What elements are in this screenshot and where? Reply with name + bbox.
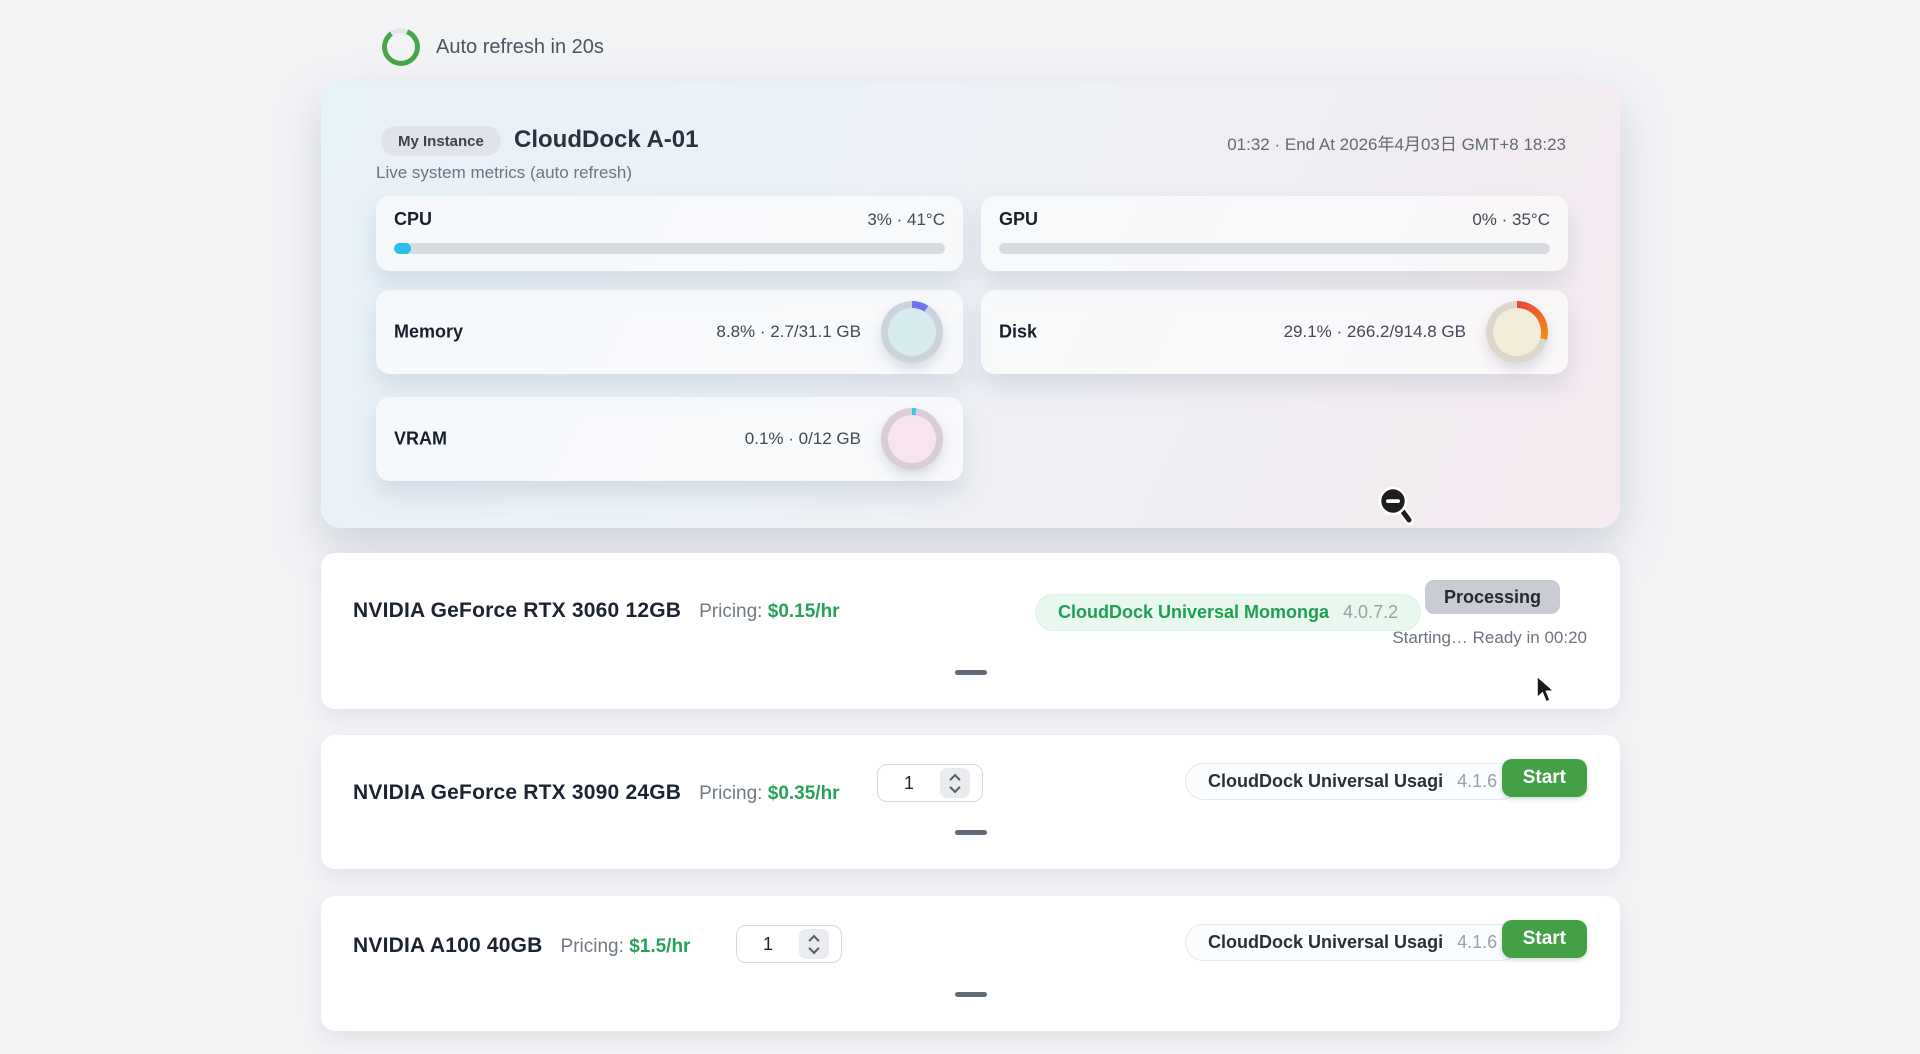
disk-usage-donut [1486, 301, 1548, 363]
pricing-label: Pricing: $1.5/hr [561, 936, 691, 958]
metric-label: CPU [394, 209, 432, 230]
metric-card-disk: Disk 29.1% · 266.2/914.8 GB [981, 290, 1568, 374]
gpu-name: NVIDIA GeForce RTX 3090 24GB [353, 781, 681, 805]
metric-label: Memory [394, 322, 463, 343]
card-expand-handle[interactable] [955, 992, 987, 997]
gpu-offer-card-a100: NVIDIA A100 40GB Pricing: $1.5/hr CloudD… [321, 896, 1620, 1031]
image-version: 4.0.7.2 [1343, 602, 1398, 623]
image-name: CloudDock Universal Usagi [1208, 771, 1443, 792]
metric-card-cpu: CPU 3% · 41°C [376, 196, 963, 271]
refresh-progress-ring-icon [382, 28, 420, 66]
stepper-buttons[interactable] [940, 768, 970, 798]
image-version: 4.1.6 [1457, 932, 1497, 953]
mouse-cursor-icon [1535, 675, 1561, 705]
stepper-down-icon[interactable] [808, 942, 819, 953]
instance-end-time: 01:32 · End At 2026年4月03日 GMT+8 18:23 [1227, 130, 1566, 155]
start-button[interactable]: Start [1502, 759, 1587, 797]
gpu-name: NVIDIA GeForce RTX 3060 12GB [353, 599, 681, 623]
quantity-input[interactable] [737, 926, 799, 962]
cpu-usage-bar [394, 243, 945, 254]
page: Auto refresh in 20s My Instance CloudDoc… [0, 0, 1920, 1054]
metric-label: Disk [999, 322, 1037, 343]
auto-refresh: Auto refresh in 20s [382, 28, 604, 66]
metric-value: 0% · 35°C [1472, 210, 1550, 230]
quantity-input[interactable] [878, 765, 940, 801]
processing-button[interactable]: Processing [1425, 580, 1560, 614]
image-version: 4.1.6 [1457, 771, 1497, 792]
card-expand-handle[interactable] [955, 670, 987, 675]
pricing-label: Pricing: $0.15/hr [699, 601, 839, 623]
metric-card-vram: VRAM 0.1% · 0/12 GB [376, 397, 963, 481]
stepper-buttons[interactable] [799, 929, 829, 959]
gpu-price: $1.5/hr [629, 936, 690, 957]
metric-card-memory: Memory 8.8% · 2.7/31.1 GB [376, 290, 963, 374]
metric-value: 0.1% · 0/12 GB [745, 429, 861, 449]
vram-usage-donut [881, 408, 943, 470]
image-badge: CloudDock Universal Usagi 4.1.6 [1185, 924, 1520, 961]
pricing-label: Pricing: $0.35/hr [699, 783, 839, 805]
starting-status-text: Starting… Ready in 00:20 [1392, 628, 1587, 648]
gpu-usage-bar [999, 243, 1550, 254]
gpu-name: NVIDIA A100 40GB [353, 934, 543, 958]
gpu-price: $0.35/hr [768, 783, 840, 804]
metric-label: VRAM [394, 429, 447, 450]
metric-card-gpu: GPU 0% · 35°C [981, 196, 1568, 271]
auto-refresh-label: Auto refresh in 20s [436, 36, 604, 59]
gpu-offer-card-rtx3060: NVIDIA GeForce RTX 3060 12GB Pricing: $0… [321, 553, 1620, 709]
gpu-offer-card-rtx3090: NVIDIA GeForce RTX 3090 24GB Pricing: $0… [321, 735, 1620, 869]
metric-label: GPU [999, 209, 1038, 230]
gpu-price: $0.15/hr [768, 601, 840, 622]
instance-card: My Instance CloudDock A-01 01:32 · End A… [321, 82, 1620, 528]
metric-value: 8.8% · 2.7/31.1 GB [716, 322, 861, 342]
instance-title: CloudDock A-01 [514, 126, 698, 154]
metric-value: 3% · 41°C [867, 210, 945, 230]
image-badge: CloudDock Universal Momonga 4.0.7.2 [1035, 594, 1421, 631]
memory-usage-donut [881, 301, 943, 363]
quantity-stepper[interactable] [877, 764, 983, 802]
image-name: CloudDock Universal Momonga [1058, 602, 1329, 623]
my-instance-badge: My Instance [381, 126, 501, 156]
image-badge: CloudDock Universal Usagi 4.1.6 [1185, 763, 1520, 800]
zoom-out-cursor-icon [1376, 484, 1420, 532]
stepper-down-icon[interactable] [949, 781, 960, 792]
instance-subtitle: Live system metrics (auto refresh) [376, 163, 632, 183]
metric-value: 29.1% · 266.2/914.8 GB [1284, 322, 1466, 342]
start-button[interactable]: Start [1502, 920, 1587, 958]
quantity-stepper[interactable] [736, 925, 842, 963]
cpu-usage-bar-fill [394, 243, 411, 254]
image-name: CloudDock Universal Usagi [1208, 932, 1443, 953]
card-expand-handle[interactable] [955, 830, 987, 835]
